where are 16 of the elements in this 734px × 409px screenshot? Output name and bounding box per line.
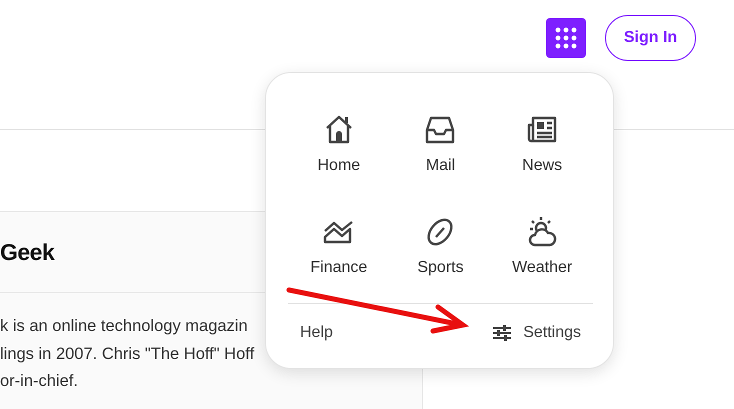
text-line: lings in 2007. Chris "The Hoff" Hoff bbox=[0, 344, 254, 364]
help-link[interactable]: Help bbox=[288, 324, 345, 342]
app-tile[interactable]: Finance bbox=[288, 213, 390, 277]
card-title: Geek bbox=[0, 238, 54, 266]
app-tile[interactable]: Weather bbox=[491, 213, 593, 277]
sign-in-button[interactable]: Sign In bbox=[605, 15, 696, 61]
sliders-icon bbox=[492, 325, 512, 341]
app-tile[interactable]: Mail bbox=[390, 111, 492, 175]
app-tile[interactable]: Home bbox=[288, 111, 390, 175]
apps-grid-button[interactable] bbox=[546, 18, 586, 58]
text-line: or-in-chief. bbox=[0, 371, 78, 392]
grid-icon bbox=[555, 27, 577, 49]
app-tile[interactable]: News bbox=[491, 111, 593, 175]
settings-link[interactable]: Settings bbox=[480, 324, 593, 342]
app-tile[interactable]: Sports bbox=[390, 213, 492, 277]
text-line: k is an online technology magazin bbox=[0, 316, 248, 337]
